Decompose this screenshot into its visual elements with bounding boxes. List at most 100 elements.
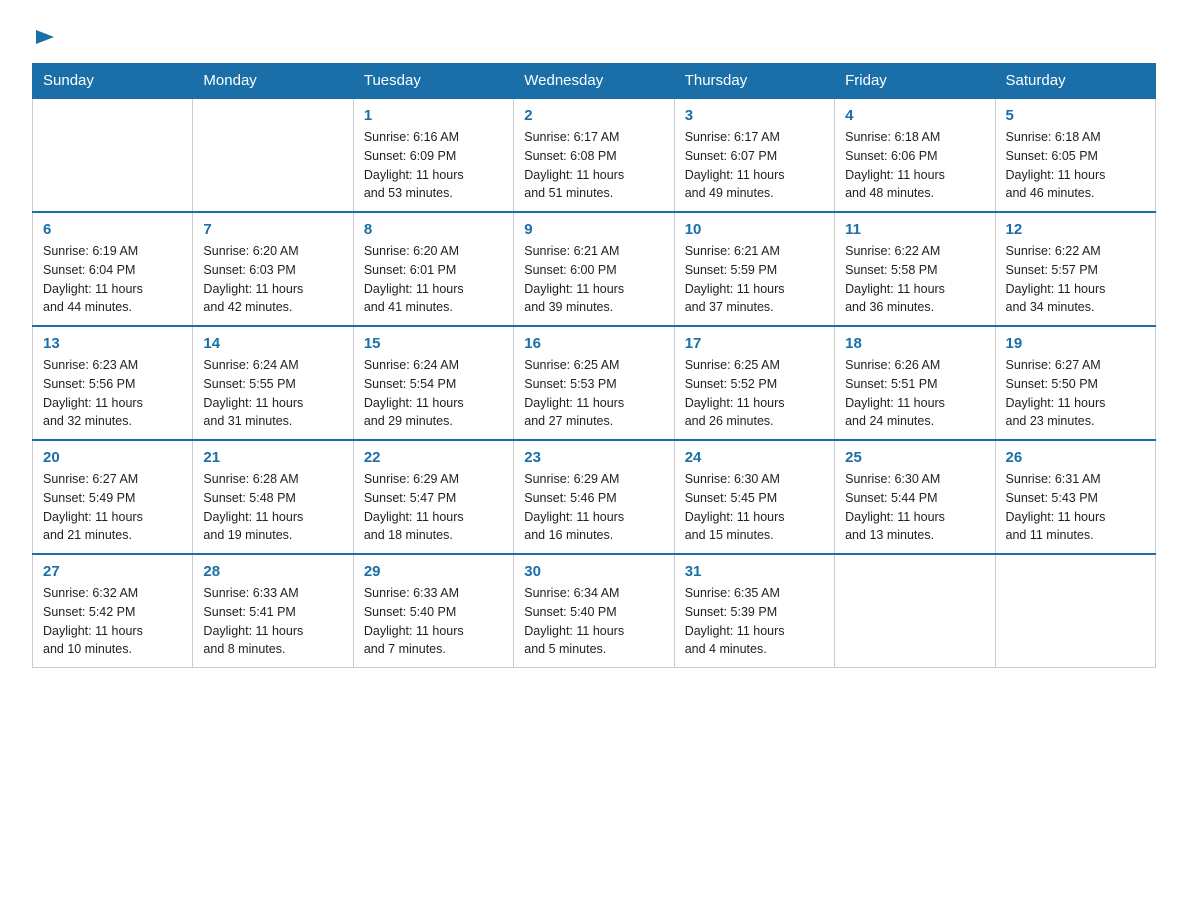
- calendar-cell: 19 Sunrise: 6:27 AM Sunset: 5:50 PM Dayli…: [995, 326, 1155, 440]
- day-number: 1: [364, 107, 503, 124]
- day-info: Sunrise: 6:21 AM Sunset: 6:00 PM Dayligh…: [524, 242, 663, 317]
- day-info: Sunrise: 6:33 AM Sunset: 5:40 PM Dayligh…: [364, 584, 503, 659]
- calendar-cell: 27Sunrise: 6:32 AM Sunset: 5:42 PM Dayli…: [33, 554, 193, 668]
- day-number: 31: [685, 563, 824, 580]
- calendar-col-tuesday: Tuesday: [353, 64, 513, 99]
- calendar-col-wednesday: Wednesday: [514, 64, 674, 99]
- day-number: 12: [1006, 221, 1145, 238]
- day-number: 2: [524, 107, 663, 124]
- day-info: Sunrise: 6:28 AM Sunset: 5:48 PM Dayligh…: [203, 470, 342, 545]
- calendar-cell: 16Sunrise: 6:25 AM Sunset: 5:53 PM Dayli…: [514, 326, 674, 440]
- calendar-cell: 29 Sunrise: 6:33 AM Sunset: 5:40 PM Dayli…: [353, 554, 513, 668]
- calendar-cell: 6 Sunrise: 6:19 AM Sunset: 6:04 PM Daylig…: [33, 212, 193, 326]
- logo-arrow-icon: [34, 26, 56, 48]
- day-number: 15: [364, 335, 503, 352]
- calendar-header-row: SundayMondayTuesdayWednesdayThursdayFrid…: [33, 64, 1156, 99]
- day-number: 26: [1006, 449, 1145, 466]
- calendar-cell: 10Sunrise: 6:21 AM Sunset: 5:59 PM Dayli…: [674, 212, 834, 326]
- day-info: Sunrise: 6:26 AM Sunset: 5:51 PM Dayligh…: [845, 356, 984, 431]
- calendar-col-saturday: Saturday: [995, 64, 1155, 99]
- day-number: 14: [203, 335, 342, 352]
- day-info: Sunrise: 6:24 AM Sunset: 5:54 PM Dayligh…: [364, 356, 503, 431]
- calendar-cell: 3 Sunrise: 6:17 AM Sunset: 6:07 PM Daylig…: [674, 98, 834, 212]
- calendar-week-row: 1 Sunrise: 6:16 AM Sunset: 6:09 PM Daylig…: [33, 98, 1156, 212]
- day-number: 20: [43, 449, 182, 466]
- day-number: 11: [845, 221, 984, 238]
- day-number: 19: [1006, 335, 1145, 352]
- day-number: 10: [685, 221, 824, 238]
- calendar-cell: 11 Sunrise: 6:22 AM Sunset: 5:58 PM Dayli…: [835, 212, 995, 326]
- calendar-cell: [835, 554, 995, 668]
- day-number: 28: [203, 563, 342, 580]
- day-info: Sunrise: 6:22 AM Sunset: 5:58 PM Dayligh…: [845, 242, 984, 317]
- day-number: 6: [43, 221, 182, 238]
- day-info: Sunrise: 6:20 AM Sunset: 6:03 PM Dayligh…: [203, 242, 342, 317]
- day-info: Sunrise: 6:18 AM Sunset: 6:05 PM Dayligh…: [1006, 128, 1145, 203]
- day-info: Sunrise: 6:27 AM Sunset: 5:49 PM Dayligh…: [43, 470, 182, 545]
- calendar-cell: 18 Sunrise: 6:26 AM Sunset: 5:51 PM Dayli…: [835, 326, 995, 440]
- day-info: Sunrise: 6:30 AM Sunset: 5:45 PM Dayligh…: [685, 470, 824, 545]
- calendar-col-thursday: Thursday: [674, 64, 834, 99]
- calendar-week-row: 6 Sunrise: 6:19 AM Sunset: 6:04 PM Daylig…: [33, 212, 1156, 326]
- day-info: Sunrise: 6:25 AM Sunset: 5:52 PM Dayligh…: [685, 356, 824, 431]
- day-number: 18: [845, 335, 984, 352]
- day-info: Sunrise: 6:16 AM Sunset: 6:09 PM Dayligh…: [364, 128, 503, 203]
- day-info: Sunrise: 6:32 AM Sunset: 5:42 PM Dayligh…: [43, 584, 182, 659]
- calendar-cell: 9 Sunrise: 6:21 AM Sunset: 6:00 PM Daylig…: [514, 212, 674, 326]
- day-number: 4: [845, 107, 984, 124]
- day-info: Sunrise: 6:22 AM Sunset: 5:57 PM Dayligh…: [1006, 242, 1145, 317]
- day-info: Sunrise: 6:20 AM Sunset: 6:01 PM Dayligh…: [364, 242, 503, 317]
- logo: [32, 24, 56, 47]
- calendar-cell: 22 Sunrise: 6:29 AM Sunset: 5:47 PM Dayli…: [353, 440, 513, 554]
- day-number: 5: [1006, 107, 1145, 124]
- day-number: 25: [845, 449, 984, 466]
- day-info: Sunrise: 6:24 AM Sunset: 5:55 PM Dayligh…: [203, 356, 342, 431]
- day-info: Sunrise: 6:19 AM Sunset: 6:04 PM Dayligh…: [43, 242, 182, 317]
- calendar-cell: 23 Sunrise: 6:29 AM Sunset: 5:46 PM Dayli…: [514, 440, 674, 554]
- calendar-cell: 26 Sunrise: 6:31 AM Sunset: 5:43 PM Dayli…: [995, 440, 1155, 554]
- day-info: Sunrise: 6:31 AM Sunset: 5:43 PM Dayligh…: [1006, 470, 1145, 545]
- day-info: Sunrise: 6:29 AM Sunset: 5:46 PM Dayligh…: [524, 470, 663, 545]
- day-number: 30: [524, 563, 663, 580]
- calendar-cell: 31 Sunrise: 6:35 AM Sunset: 5:39 PM Dayli…: [674, 554, 834, 668]
- calendar-cell: 24Sunrise: 6:30 AM Sunset: 5:45 PM Dayli…: [674, 440, 834, 554]
- day-number: 17: [685, 335, 824, 352]
- day-info: Sunrise: 6:30 AM Sunset: 5:44 PM Dayligh…: [845, 470, 984, 545]
- day-info: Sunrise: 6:18 AM Sunset: 6:06 PM Dayligh…: [845, 128, 984, 203]
- calendar-cell: 1 Sunrise: 6:16 AM Sunset: 6:09 PM Daylig…: [353, 98, 513, 212]
- day-info: Sunrise: 6:17 AM Sunset: 6:08 PM Dayligh…: [524, 128, 663, 203]
- page-header: [32, 24, 1156, 47]
- calendar-cell: [193, 98, 353, 212]
- day-number: 3: [685, 107, 824, 124]
- day-number: 16: [524, 335, 663, 352]
- calendar-cell: 8 Sunrise: 6:20 AM Sunset: 6:01 PM Daylig…: [353, 212, 513, 326]
- calendar-col-friday: Friday: [835, 64, 995, 99]
- day-number: 29: [364, 563, 503, 580]
- calendar-cell: 25 Sunrise: 6:30 AM Sunset: 5:44 PM Dayli…: [835, 440, 995, 554]
- calendar-cell: 13 Sunrise: 6:23 AM Sunset: 5:56 PM Dayli…: [33, 326, 193, 440]
- calendar-cell: 20 Sunrise: 6:27 AM Sunset: 5:49 PM Dayli…: [33, 440, 193, 554]
- day-info: Sunrise: 6:17 AM Sunset: 6:07 PM Dayligh…: [685, 128, 824, 203]
- day-info: Sunrise: 6:27 AM Sunset: 5:50 PM Dayligh…: [1006, 356, 1145, 431]
- calendar-cell: 28 Sunrise: 6:33 AM Sunset: 5:41 PM Dayli…: [193, 554, 353, 668]
- day-info: Sunrise: 6:34 AM Sunset: 5:40 PM Dayligh…: [524, 584, 663, 659]
- day-info: Sunrise: 6:29 AM Sunset: 5:47 PM Dayligh…: [364, 470, 503, 545]
- calendar-week-row: 20 Sunrise: 6:27 AM Sunset: 5:49 PM Dayli…: [33, 440, 1156, 554]
- calendar-cell: 21Sunrise: 6:28 AM Sunset: 5:48 PM Dayli…: [193, 440, 353, 554]
- calendar-cell: 5 Sunrise: 6:18 AM Sunset: 6:05 PM Daylig…: [995, 98, 1155, 212]
- calendar-col-sunday: Sunday: [33, 64, 193, 99]
- calendar-cell: 15 Sunrise: 6:24 AM Sunset: 5:54 PM Dayli…: [353, 326, 513, 440]
- day-number: 8: [364, 221, 503, 238]
- day-number: 13: [43, 335, 182, 352]
- day-number: 22: [364, 449, 503, 466]
- calendar-cell: 30 Sunrise: 6:34 AM Sunset: 5:40 PM Dayli…: [514, 554, 674, 668]
- calendar-cell: 12 Sunrise: 6:22 AM Sunset: 5:57 PM Dayli…: [995, 212, 1155, 326]
- day-info: Sunrise: 6:23 AM Sunset: 5:56 PM Dayligh…: [43, 356, 182, 431]
- day-number: 9: [524, 221, 663, 238]
- calendar-cell: [33, 98, 193, 212]
- day-number: 23: [524, 449, 663, 466]
- day-number: 7: [203, 221, 342, 238]
- calendar-table: SundayMondayTuesdayWednesdayThursdayFrid…: [32, 63, 1156, 668]
- day-info: Sunrise: 6:33 AM Sunset: 5:41 PM Dayligh…: [203, 584, 342, 659]
- day-info: Sunrise: 6:35 AM Sunset: 5:39 PM Dayligh…: [685, 584, 824, 659]
